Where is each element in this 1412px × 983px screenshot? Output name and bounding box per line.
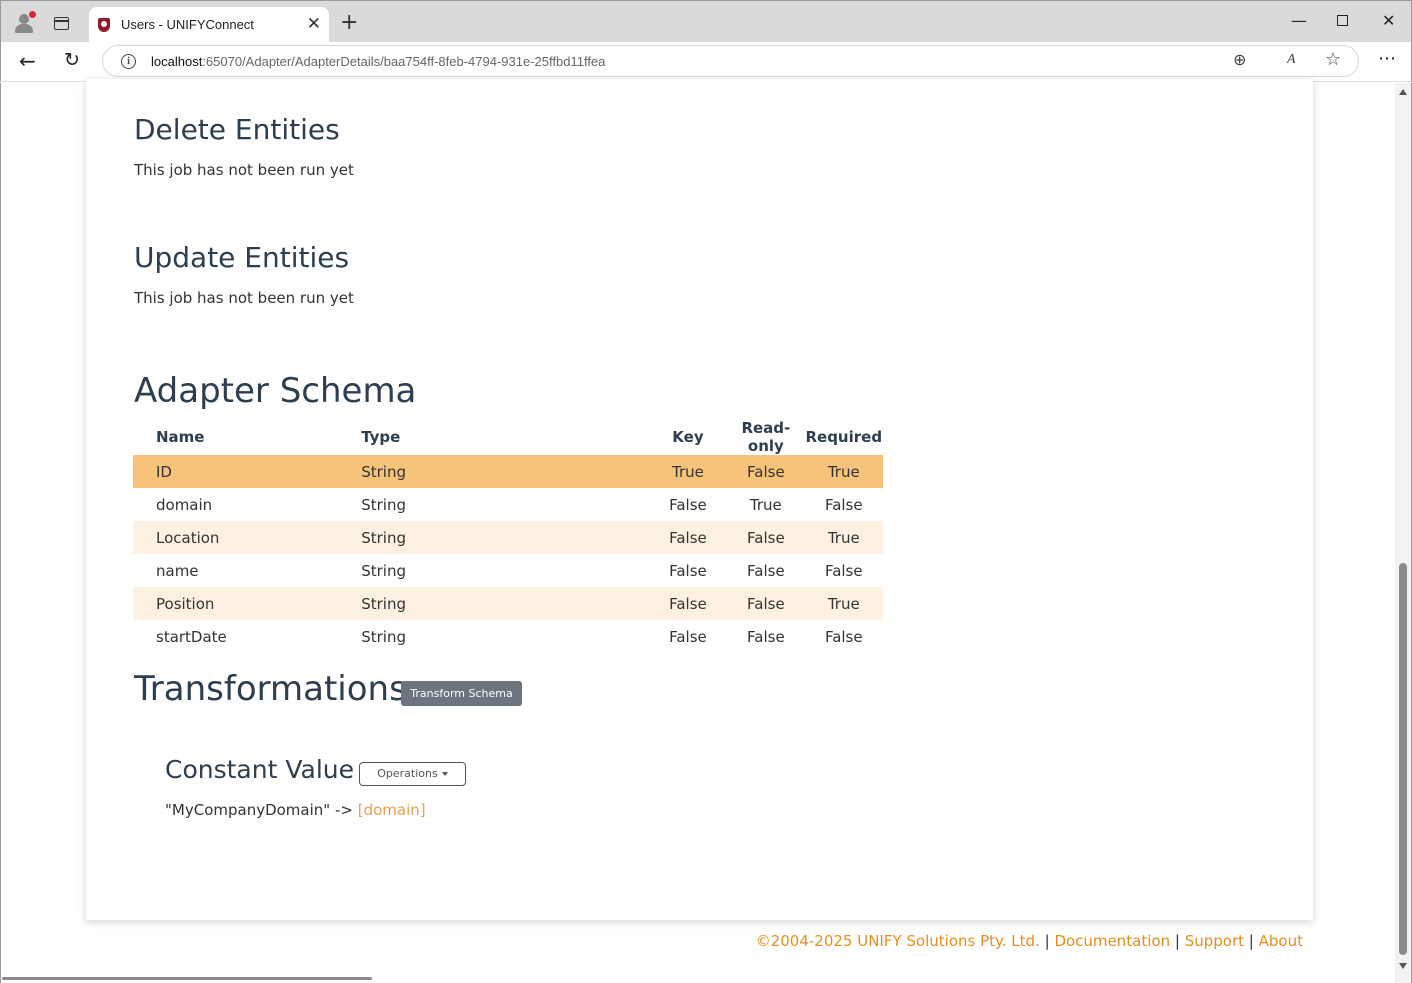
cell-required: False (824, 561, 863, 580)
table-row[interactable]: name String False False False (133, 554, 883, 587)
address-bar[interactable]: i localhost:65070/Adapter/AdapterDetails… (102, 45, 1359, 77)
cell-key: False (669, 561, 707, 580)
col-header-name: Name (156, 428, 205, 446)
caret-down-icon (441, 772, 448, 776)
copyright-link[interactable]: ©2004-2025 UNIFY Solutions Pty. Ltd. (756, 932, 1040, 950)
cell-readonly: False (727, 587, 805, 620)
close-tab-icon[interactable]: ✕ (307, 14, 321, 34)
constant-target-field[interactable]: [domain] (358, 801, 426, 819)
tab-title: Users - UNIFYConnect (121, 17, 254, 32)
cell-name: name (156, 561, 199, 580)
cell-readonly: False (727, 455, 805, 488)
url-path: :65070/Adapter/AdapterDetails/baa754ff-8… (202, 54, 606, 69)
cell-type: String (361, 455, 649, 488)
close-window-button[interactable]: ✕ (1382, 11, 1395, 31)
page-viewport: Delete Entities This job has not been ru… (0, 79, 1412, 983)
site-favicon-icon (98, 18, 110, 32)
vertical-scrollbar[interactable] (1395, 83, 1411, 983)
page-footer: ©2004-2025 UNIFY Solutions Pty. Ltd. | D… (756, 932, 1303, 950)
scroll-down-icon[interactable] (1399, 963, 1407, 969)
operations-label: Operations (377, 767, 438, 780)
table-row[interactable]: ID String True False True (133, 455, 883, 488)
cell-type: String (361, 521, 649, 554)
browser-menu-icon[interactable]: ⋯ (1378, 48, 1397, 69)
cell-key: False (669, 627, 707, 646)
cell-key: True (648, 455, 728, 488)
cell-readonly: True (749, 495, 782, 514)
cell-type: String (361, 587, 649, 620)
cell-name: Location (133, 521, 362, 554)
col-header-key: Key (672, 428, 704, 446)
transformations-heading: Transformations (134, 669, 407, 709)
back-icon[interactable]: ← (19, 49, 36, 73)
transform-schema-button[interactable]: Transform Schema (401, 681, 522, 706)
adapter-schema-table: Name Type Key Read-only Required ID Stri… (133, 419, 883, 653)
zoom-icon[interactable]: ⊕ (1233, 50, 1246, 69)
table-row[interactable]: Location String False False True (133, 521, 883, 554)
cell-type: String (361, 627, 406, 646)
footer-separator: | (1174, 932, 1180, 950)
delete-entities-status: This job has not been run yet (134, 161, 354, 179)
cell-name: startDate (156, 627, 227, 646)
url-host: localhost (151, 54, 203, 69)
read-aloud-icon[interactable]: A (1287, 52, 1296, 68)
cell-required: True (804, 587, 883, 620)
cell-name: domain (156, 495, 213, 514)
cell-key: False (669, 495, 707, 514)
cell-name: Position (133, 587, 362, 620)
cell-readonly: False (747, 627, 785, 646)
site-info-icon[interactable]: i (121, 54, 136, 69)
constant-source: "MyCompanyDomain" -> (165, 801, 353, 819)
cell-key: False (648, 587, 728, 620)
favorite-star-icon[interactable]: ☆ (1325, 49, 1341, 70)
table-header-row: Name Type Key Read-only Required (133, 419, 883, 455)
support-link[interactable]: Support (1185, 932, 1244, 950)
tab-actions-icon[interactable] (54, 17, 69, 30)
new-tab-button[interactable]: + (340, 11, 358, 35)
cell-required: True (804, 521, 883, 554)
about-link[interactable]: About (1259, 932, 1303, 950)
footer-separator: | (1044, 932, 1050, 950)
constant-mapping: "MyCompanyDomain" -> [domain] (165, 801, 426, 819)
cell-readonly: False (747, 561, 785, 580)
col-header-required: Required (805, 428, 883, 446)
scrollbar-thumb[interactable] (1399, 563, 1407, 955)
table-row[interactable]: domain String False True False (133, 488, 883, 521)
operations-dropdown-button[interactable]: Operations (359, 762, 466, 786)
browser-tab-active[interactable]: Users - UNIFYConnect ✕ (89, 7, 329, 43)
cell-name: ID (133, 455, 362, 488)
adapter-schema-heading: Adapter Schema (134, 371, 417, 411)
update-entities-status: This job has not been run yet (134, 289, 354, 307)
url-text[interactable]: localhost:65070/Adapter/AdapterDetails/b… (151, 54, 605, 69)
scroll-up-icon[interactable] (1399, 89, 1407, 95)
cell-required: False (824, 627, 863, 646)
maximize-button[interactable] (1337, 15, 1348, 26)
browser-tabbar: Users - UNIFYConnect ✕ + — ✕ (0, 0, 1412, 43)
reload-icon[interactable]: ↻ (64, 49, 80, 71)
col-header-type: Type (361, 428, 401, 446)
table-row[interactable]: Position String False False True (133, 587, 883, 620)
constant-value-heading: Constant Value (165, 755, 354, 784)
update-entities-heading: Update Entities (134, 241, 350, 274)
delete-entities-heading: Delete Entities (134, 113, 340, 146)
minimize-button[interactable]: — (1291, 11, 1307, 31)
cell-required: True (804, 455, 883, 488)
documentation-link[interactable]: Documentation (1054, 932, 1170, 950)
table-row[interactable]: startDate String False False False (133, 620, 883, 653)
cell-readonly: False (727, 521, 805, 554)
cell-type: String (361, 495, 406, 514)
footer-separator: | (1248, 932, 1254, 950)
cell-required: False (824, 495, 863, 514)
browser-navbar: ← ↻ i localhost:65070/Adapter/AdapterDet… (0, 42, 1412, 82)
cell-type: String (361, 561, 406, 580)
col-header-readonly: Read-only (741, 419, 791, 455)
horizontal-scrollbar[interactable] (2, 977, 372, 980)
profile-icon[interactable] (13, 11, 36, 34)
cell-key: False (648, 521, 728, 554)
